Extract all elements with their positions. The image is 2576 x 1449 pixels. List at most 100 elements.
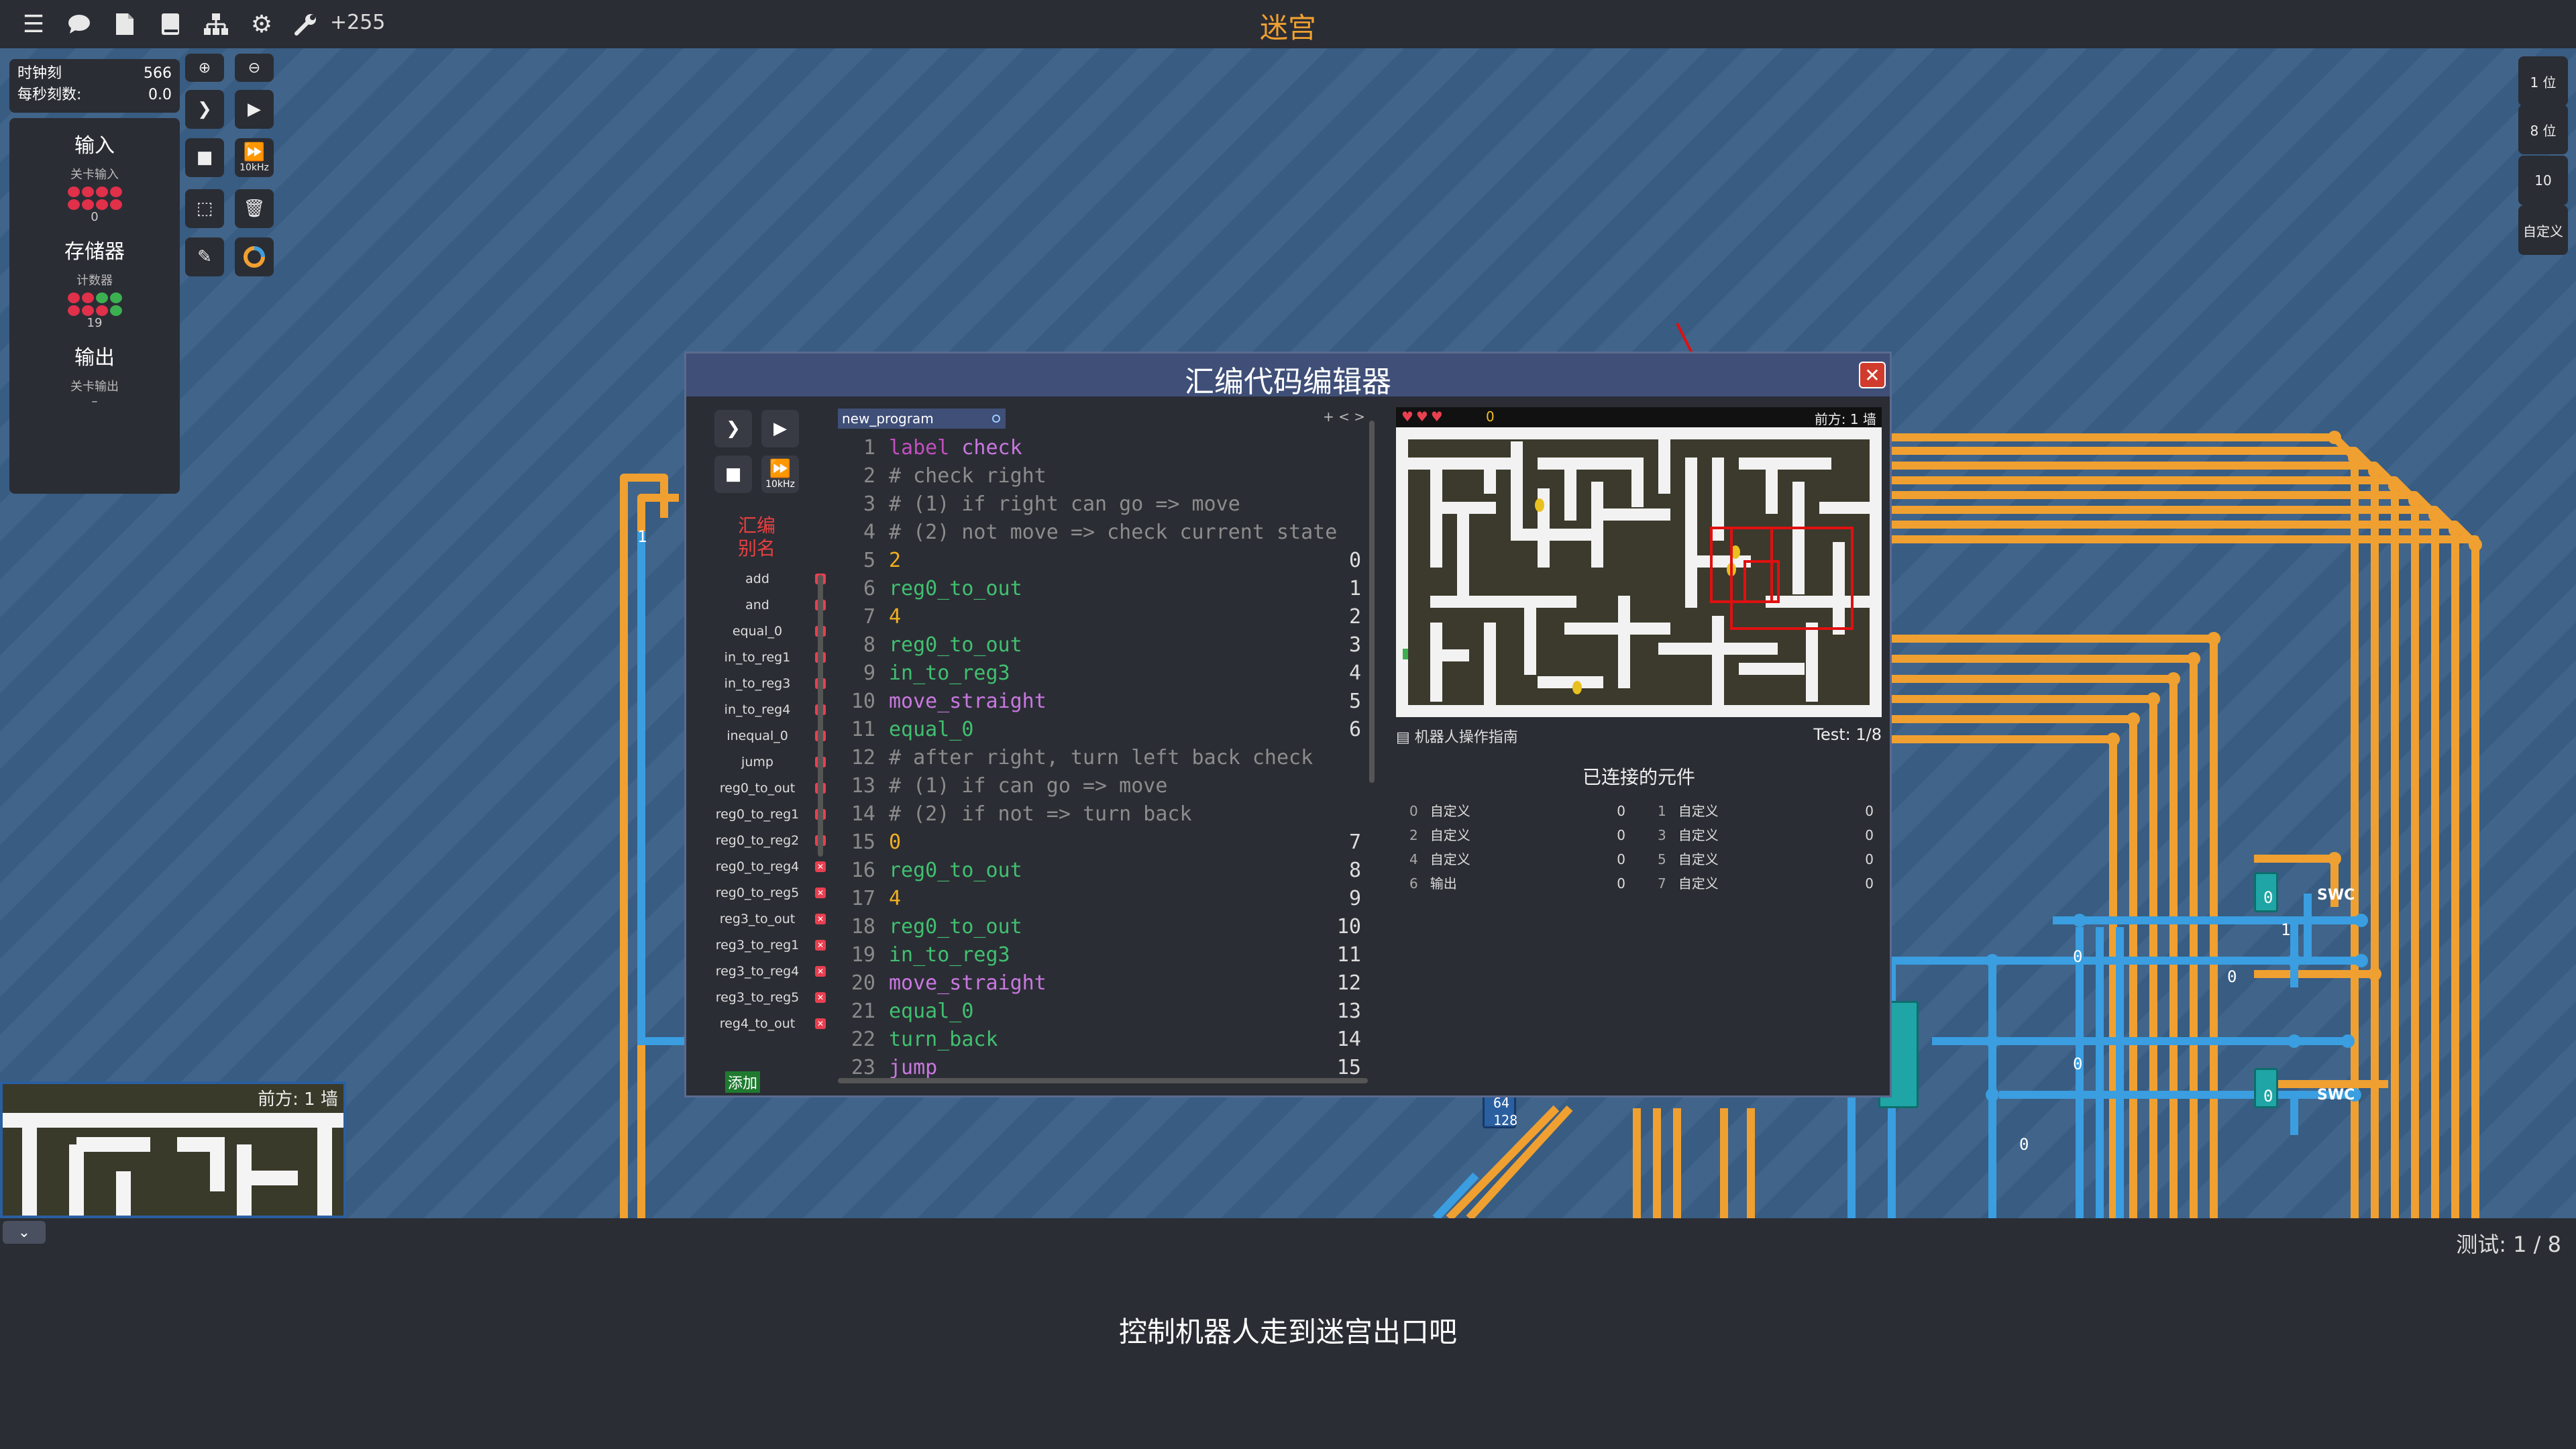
- code-line[interactable]: 1 label check: [838, 434, 1375, 462]
- line-number: 9: [863, 661, 875, 685]
- code-line[interactable]: 12 # after right, turn left back check: [838, 744, 1375, 772]
- code-line[interactable]: 17 4 9: [838, 885, 1375, 913]
- code-line[interactable]: 15 0 7: [838, 828, 1375, 857]
- component-name: 输出: [1430, 875, 1457, 892]
- custom-width-button[interactable]: 自定义: [2518, 205, 2568, 255]
- code-line[interactable]: 52 0: [838, 547, 1375, 575]
- code-line[interactable]: 8 reg0_to_out 3: [838, 631, 1375, 659]
- select-button[interactable]: ⬚: [185, 189, 224, 228]
- line-number: 4: [863, 521, 875, 544]
- alias-item[interactable]: reg3_to_out ✕: [700, 906, 831, 932]
- play-icon: ▶: [248, 99, 261, 119]
- stop-icon: ■: [196, 148, 213, 168]
- alias-item[interactable]: reg0_to_reg4 ✕: [700, 853, 831, 879]
- alias-item[interactable]: add✕: [700, 566, 831, 592]
- alias-item-label: in_to_reg4: [724, 702, 791, 717]
- code-line[interactable]: 20 move_straight 12: [838, 969, 1375, 998]
- tab-arrows[interactable]: + < >: [1323, 409, 1365, 425]
- play-button[interactable]: ▶: [235, 90, 274, 129]
- editor-speed-label: 10kHz: [765, 479, 795, 490]
- maze-view[interactable]: ♥♥♥ 0 前方: 1 墙: [1396, 407, 1882, 717]
- alias-item[interactable]: reg3_to_reg5 ✕: [700, 984, 831, 1010]
- alias-item[interactable]: in_to_reg1✕: [700, 644, 831, 670]
- code-line[interactable]: 6 reg0_to_out 1: [838, 575, 1375, 603]
- alias-item[interactable]: and✕: [700, 592, 831, 618]
- bit-width-1-button[interactable]: 1 位: [2518, 56, 2568, 106]
- remove-alias-icon[interactable]: ✕: [815, 913, 826, 924]
- close-button[interactable]: ✕: [1859, 362, 1886, 388]
- alias-item[interactable]: reg4_to_out ✕: [700, 1010, 831, 1036]
- component-id: 6: [1409, 875, 1418, 892]
- robot-guide-link[interactable]: ▤ 机器人操作指南: [1396, 725, 1518, 747]
- code-line[interactable]: 18 reg0_to_out 10: [838, 913, 1375, 941]
- code-line[interactable]: 2 # check right: [838, 462, 1375, 490]
- editor-play-button[interactable]: ▶: [761, 410, 799, 447]
- code-line[interactable]: 10 move_straight 5: [838, 688, 1375, 716]
- editor-step-button[interactable]: ❯: [714, 410, 752, 447]
- code-line[interactable]: 74 2: [838, 603, 1375, 631]
- pencil-button[interactable]: ✎: [185, 237, 224, 276]
- remove-alias-icon[interactable]: ✕: [815, 991, 826, 1003]
- alias-item[interactable]: reg0_to_reg5 ✕: [700, 879, 831, 906]
- zoom-in-icon: ⊕: [198, 59, 211, 76]
- palette-output-heading: 输出: [74, 346, 115, 370]
- remove-alias-icon[interactable]: ✕: [815, 1018, 826, 1029]
- alias-item[interactable]: reg3_to_reg1 ✕: [700, 932, 831, 958]
- stop-button[interactable]: ■: [185, 138, 224, 177]
- color-wheel-icon: [244, 246, 265, 268]
- file-tab[interactable]: new_program: [838, 409, 1006, 429]
- collapse-button[interactable]: ⌄: [3, 1221, 46, 1244]
- code-line[interactable]: 9 in_to_reg3 4: [838, 659, 1375, 688]
- remove-alias-icon[interactable]: ✕: [815, 939, 826, 951]
- editor-fast-forward-button[interactable]: ⏩ 10kHz: [761, 455, 799, 493]
- remove-alias-icon[interactable]: ✕: [815, 965, 826, 977]
- add-alias-button[interactable]: 添加: [725, 1071, 761, 1093]
- alias-item[interactable]: equal_0✕: [700, 618, 831, 644]
- alias-item[interactable]: in_to_reg4✕: [700, 696, 831, 722]
- code-line[interactable]: 4 # (2) not move => check current state: [838, 519, 1375, 547]
- alias-item[interactable]: reg0_to_reg1✕: [700, 801, 831, 827]
- alias-item[interactable]: reg3_to_reg4 ✕: [700, 958, 831, 984]
- line-number: 12: [851, 746, 875, 769]
- alias-item[interactable]: jump✕: [700, 749, 831, 775]
- mini-maze-view[interactable]: 前方: 1 墙: [0, 1081, 346, 1218]
- color-button[interactable]: [235, 237, 274, 276]
- component-id: 5: [1658, 851, 1666, 867]
- alias-item[interactable]: in_to_reg3✕: [700, 670, 831, 696]
- code-horizontal-scrollbar[interactable]: [838, 1078, 1368, 1083]
- code-line[interactable]: 14 # (2) if not => turn back: [838, 800, 1375, 828]
- alias-item[interactable]: reg0_to_out✕: [700, 775, 831, 801]
- level-input-component[interactable]: [9, 186, 180, 210]
- editor-stop-button[interactable]: ■: [714, 455, 752, 493]
- rate-label: 每秒刻数:: [17, 87, 82, 103]
- alias-item[interactable]: reg0_to_reg2✕: [700, 827, 831, 853]
- code-editor[interactable]: 1 label check 2 # check right 3 # (1) if righ…: [838, 434, 1375, 1082]
- code-line[interactable]: 19 in_to_reg3 11: [838, 941, 1375, 969]
- instruction-address: 1: [1348, 577, 1361, 600]
- instruction-address: 0: [1348, 549, 1361, 572]
- remove-alias-icon[interactable]: ✕: [815, 861, 826, 872]
- clock-panel: 时钟刻 566 每秒刻数: 0.0: [9, 59, 180, 113]
- zoom-in-button[interactable]: ⊕: [185, 54, 224, 82]
- delete-button[interactable]: 🗑: [235, 189, 274, 228]
- code-line[interactable]: 11 equal_0 6: [838, 716, 1375, 744]
- zoom-out-button[interactable]: ⊖: [235, 54, 274, 82]
- bit-width-10-button[interactable]: 10: [2518, 156, 2568, 205]
- alias-item-label: reg0_to_reg2: [715, 833, 800, 848]
- bit-width-8-button[interactable]: 8 位: [2518, 105, 2568, 154]
- code-line[interactable]: 22 turn_back 14: [838, 1026, 1375, 1054]
- fast-forward-button[interactable]: ⏩ 10kHz: [235, 138, 274, 177]
- alias-scrollbar[interactable]: [818, 575, 823, 857]
- code-line[interactable]: 21 equal_0 13: [838, 998, 1375, 1026]
- code-line[interactable]: 16 reg0_to_out 8: [838, 857, 1375, 885]
- component-id: 2: [1409, 827, 1418, 843]
- counter-component[interactable]: [9, 292, 180, 316]
- remove-alias-icon[interactable]: ✕: [815, 887, 826, 898]
- code-vertical-scrollbar[interactable]: [1369, 421, 1375, 783]
- step-button[interactable]: ❯: [185, 90, 224, 129]
- code-line[interactable]: 13 # (1) if can go => move: [838, 772, 1375, 800]
- alias-item[interactable]: inequal_0✕: [700, 722, 831, 749]
- code-line[interactable]: 3 # (1) if right can go => move: [838, 490, 1375, 519]
- code-text: 0: [889, 830, 902, 854]
- connected-component: 0 自定义 0: [1409, 800, 1631, 822]
